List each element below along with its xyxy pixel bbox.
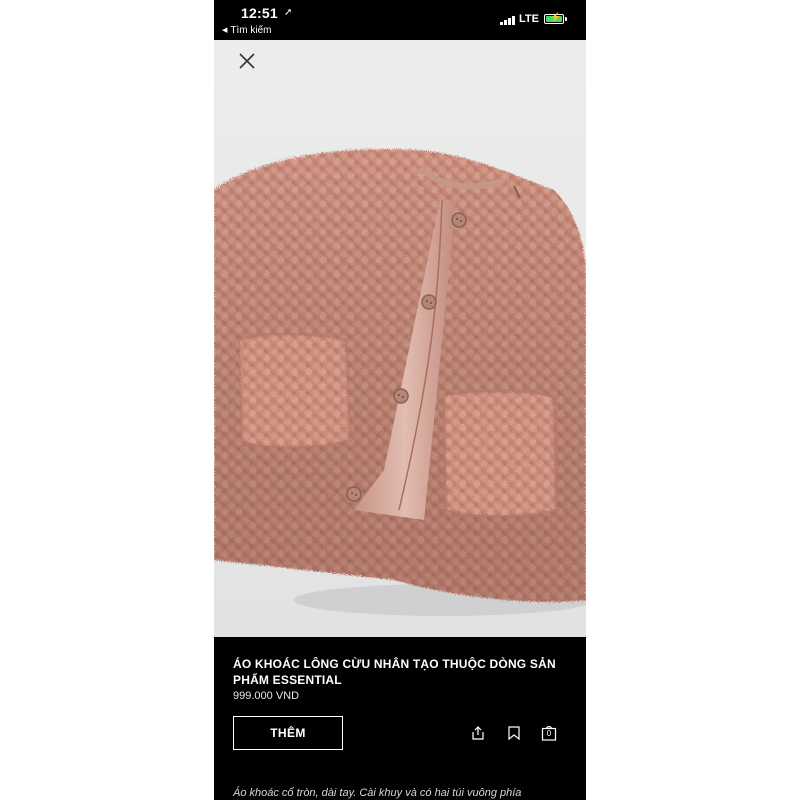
bookmark-icon[interactable] [506, 725, 522, 741]
product-price: 999.000 VND [233, 690, 300, 702]
signal-icon [500, 15, 516, 25]
back-to-search-link[interactable]: ◀ Tìm kiếm [222, 25, 272, 36]
product-image [214, 40, 586, 637]
location-arrow-icon: ➚ [284, 7, 293, 18]
battery-icon: ⚡ [544, 12, 564, 24]
jacket-photo [214, 149, 586, 616]
status-bar: 12:51 ➚ ◀ Tìm kiếm LTE ⚡ [214, 0, 586, 40]
product-info: ÁO KHOÁC LÔNG CỪU NHÂN TẠO THUỘC DÒNG SẢ… [214, 637, 586, 800]
product-title: ÁO KHOÁC LÔNG CỪU NHÂN TẠO THUỘC DÒNG SẢ… [233, 657, 556, 687]
product-description: Áo khoác cổ tròn, dài tay. Cài khuy và c… [233, 787, 522, 799]
status-time: 12:51 [241, 5, 278, 21]
carrier-label: LTE [519, 13, 539, 25]
battery-tip [565, 17, 567, 21]
shopping-bag-icon[interactable]: 0 [541, 725, 557, 741]
back-link-label: Tìm kiếm [230, 25, 272, 36]
back-triangle-icon: ◀ [222, 27, 228, 34]
close-icon[interactable] [234, 48, 260, 74]
share-icon[interactable] [470, 725, 486, 741]
bag-count: 0 [546, 729, 552, 738]
add-to-bag-button[interactable]: THÊM [233, 716, 343, 750]
phone-screen: 12:51 ➚ ◀ Tìm kiếm LTE ⚡ ÁO KHOÁC LÔNG C… [214, 0, 586, 800]
